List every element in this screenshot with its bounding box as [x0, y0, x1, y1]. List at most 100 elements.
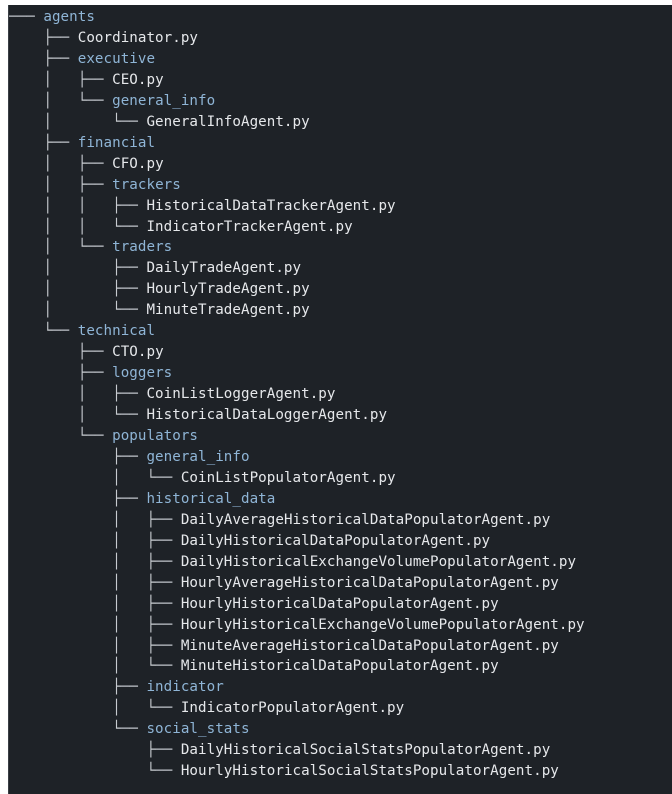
tree-branch-connector: │ ├── [9, 532, 181, 549]
file-name: IndicatorPopulatorAgent.py [180, 700, 405, 717]
file-name: CoinListLoggerAgent.py [146, 386, 336, 403]
tree-branch-connector: ├── [9, 344, 113, 361]
file-name: MinuteAverageHistoricalDataPopulatorAgen… [180, 637, 559, 654]
tree-branch-connector: │ ├── [9, 616, 181, 633]
folder-name: historical_data [146, 490, 276, 507]
tree-branch-connector: │ │ ├── [9, 197, 147, 214]
tree-branch-connector: ├── [9, 448, 147, 465]
tree-folder-row: └── social_stats [9, 719, 250, 740]
tree-branch-connector: └── [9, 721, 147, 738]
tree-file-row: │ └── CoinListPopulatorAgent.py [9, 468, 396, 489]
tree-file-row: │ ├── DailyTradeAgent.py [9, 258, 301, 279]
tree-branch-connector: │ ├── [9, 260, 147, 277]
tree-file-row: │ ├── CoinListLoggerAgent.py [9, 384, 336, 405]
tree-branch-connector: ─── [9, 9, 44, 25]
tree-branch-connector: │ └── [9, 700, 181, 717]
tree-file-row: │ └── GeneralInfoAgent.py [9, 112, 310, 133]
tree-file-row: │ └── MinuteHistoricalDataPopulatorAgent… [9, 656, 499, 677]
tree-file-row: │ ├── DailyHistoricalDataPopulatorAgent.… [9, 531, 490, 552]
tree-branch-connector: │ └── [9, 239, 113, 256]
tree-file-row: ├── DailyHistoricalSocialStatsPopulatorA… [9, 740, 550, 761]
tree-file-row: │ ├── CEO.py [9, 70, 164, 91]
tree-folder-row: └── technical [9, 321, 155, 342]
tree-branch-connector: │ └── [9, 92, 113, 109]
folder-name: technical [77, 323, 156, 340]
file-name: HourlyHistoricalDataPopulatorAgent.py [180, 595, 499, 612]
tree-file-row: │ ├── MinuteAverageHistoricalDataPopulat… [9, 636, 559, 657]
folder-name: trackers [112, 176, 181, 193]
tree-branch-connector: │ ├── [9, 71, 113, 88]
file-name: IndicatorTrackerAgent.py [146, 218, 353, 235]
tree-file-row: │ ├── HourlyTradeAgent.py [9, 279, 310, 300]
tree-branch-connector: └── [9, 763, 181, 780]
tree-branch-connector: ├── [9, 29, 78, 46]
file-name: HourlyHistoricalSocialStatsPopulatorAgen… [180, 763, 559, 780]
tree-branch-connector: │ └── [9, 658, 181, 675]
file-tree: ─── agents ├── Coordinator.py ├── execut… [9, 5, 672, 794]
folder-name: indicator [146, 679, 224, 696]
tree-folder-row: ─── agents [9, 7, 95, 28]
tree-branch-connector: │ ├── [9, 386, 147, 403]
tree-file-row: ├── Coordinator.py [9, 28, 198, 49]
tree-file-row: │ ├── CFO.py [9, 154, 164, 175]
folder-name: financial [77, 134, 156, 151]
tree-file-row: │ ├── HourlyAverageHistoricalDataPopulat… [9, 573, 559, 594]
tree-branch-connector: ├── [9, 679, 147, 696]
file-name: HistoricalDataLoggerAgent.py [146, 407, 388, 424]
folder-name: loggers [112, 365, 173, 382]
tree-branch-connector: └── [9, 323, 78, 340]
tree-folder-row: ├── historical_data [9, 489, 275, 510]
tree-file-row: │ ├── HourlyHistoricalDataPopulatorAgent… [9, 594, 499, 615]
tree-branch-connector: │ │ └── [9, 218, 147, 235]
tree-file-row: │ ├── DailyAverageHistoricalDataPopulato… [9, 510, 550, 531]
tree-branch-connector: │ ├── [9, 511, 181, 528]
tree-file-row: │ │ └── IndicatorTrackerAgent.py [9, 217, 353, 238]
file-name: GeneralInfoAgent.py [146, 113, 310, 130]
tree-branch-connector: ├── [9, 490, 147, 507]
tree-branch-connector: │ └── [9, 302, 147, 319]
folder-name: general_info [146, 448, 250, 465]
file-name: HourlyTradeAgent.py [146, 281, 310, 298]
tree-branch-connector: │ └── [9, 407, 147, 424]
tree-file-row: │ └── HistoricalDataLoggerAgent.py [9, 405, 387, 426]
file-name: HourlyAverageHistoricalDataPopulatorAgen… [180, 574, 559, 591]
tree-folder-row: ├── indicator [9, 677, 224, 698]
file-name: CEO.py [112, 71, 164, 88]
file-name: CFO.py [112, 155, 164, 172]
tree-branch-connector: ├── [9, 134, 78, 151]
tree-folder-row: ├── loggers [9, 363, 172, 384]
terminal-output: ─── agents ├── Coordinator.py ├── execut… [8, 5, 672, 794]
tree-branch-connector: │ ├── [9, 574, 181, 591]
tree-branch-connector: │ ├── [9, 637, 181, 654]
tree-branch-connector: └── [9, 428, 113, 444]
file-name: CTO.py [112, 344, 164, 361]
tree-file-row: ├── CTO.py [9, 342, 164, 363]
folder-name: agents [43, 9, 95, 25]
tree-branch-connector: │ └── [9, 113, 147, 130]
tree-file-row: │ │ ├── HistoricalDataTrackerAgent.py [9, 196, 396, 217]
tree-branch-connector: │ ├── [9, 281, 147, 298]
tree-branch-connector: │ ├── [9, 176, 113, 193]
tree-file-row: │ └── IndicatorPopulatorAgent.py [9, 698, 404, 719]
tree-file-row: └── HourlyHistoricalSocialStatsPopulator… [9, 761, 559, 782]
tree-folder-row: │ ├── trackers [9, 175, 181, 196]
folder-name: traders [112, 239, 173, 256]
tree-file-row: │ ├── DailyHistoricalExchangeVolumePopul… [9, 552, 576, 573]
tree-branch-connector: ├── [9, 365, 113, 382]
file-name: DailyHistoricalExchangeVolumePopulatorAg… [180, 553, 577, 570]
tree-branch-connector: │ ├── [9, 553, 181, 570]
file-name: Coordinator.py [77, 29, 199, 46]
tree-folder-row: ├── executive [9, 49, 155, 70]
folder-name: executive [77, 50, 156, 67]
file-name: HistoricalDataTrackerAgent.py [146, 197, 396, 214]
folder-name: general_info [112, 92, 216, 109]
tree-folder-row: ├── general_info [9, 447, 250, 468]
tree-branch-connector: ├── [9, 742, 181, 759]
file-name: HourlyHistoricalExchangeVolumePopulatorA… [180, 616, 585, 633]
folder-name: populators [112, 428, 199, 444]
tree-branch-connector: ├── [9, 50, 78, 67]
tree-branch-connector: │ ├── [9, 595, 181, 612]
tree-file-row: │ ├── HourlyHistoricalExchangeVolumePopu… [9, 615, 585, 636]
tree-branch-connector: │ ├── [9, 155, 113, 172]
tree-branch-connector: │ └── [9, 469, 181, 486]
